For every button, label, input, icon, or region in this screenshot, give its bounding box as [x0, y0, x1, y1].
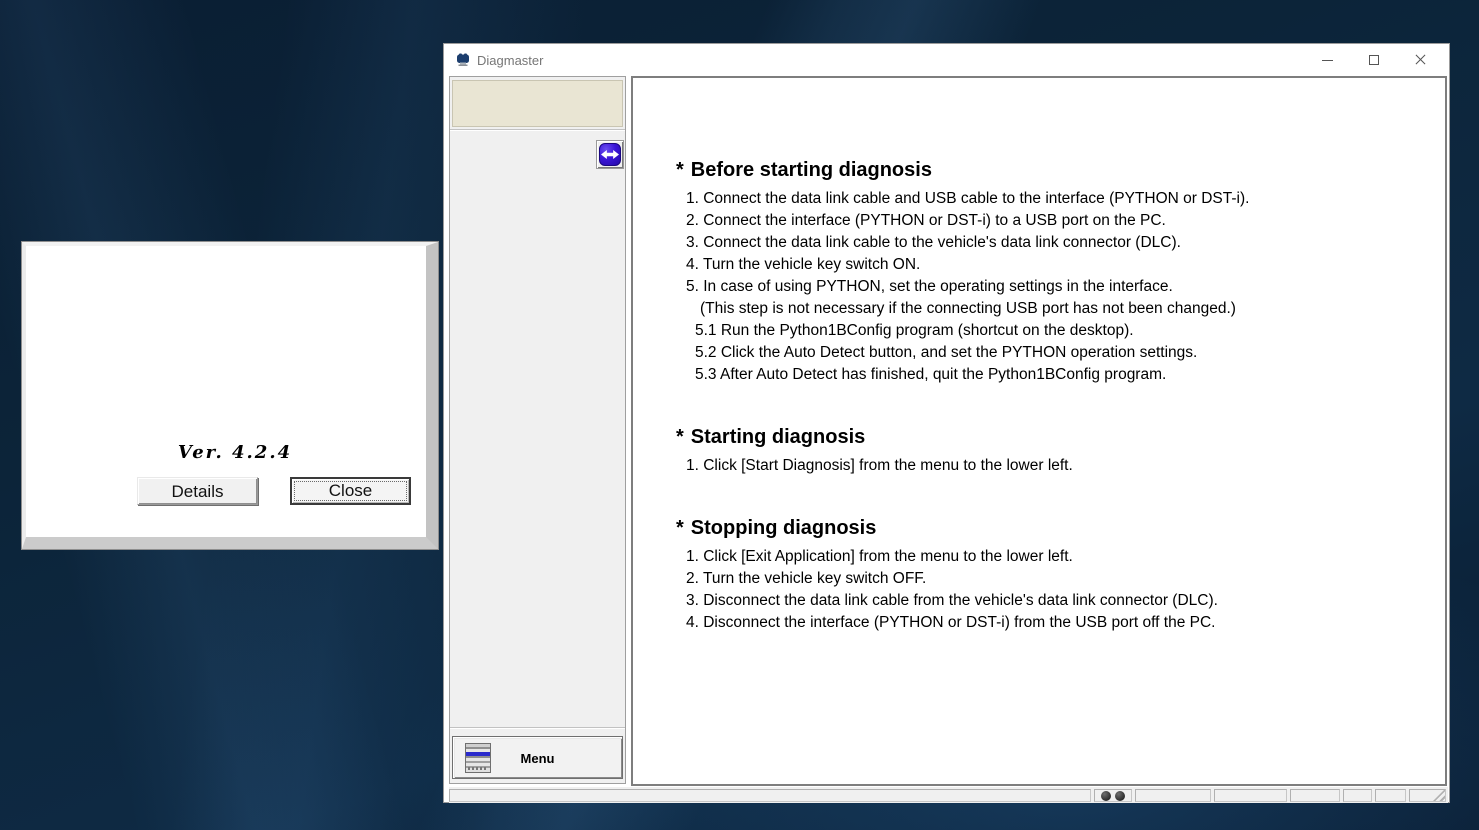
left-right-arrow-icon — [599, 143, 621, 166]
close-button-label: Close — [294, 481, 407, 501]
minimize-button[interactable] — [1305, 44, 1351, 76]
window-title: Diagmaster — [477, 53, 543, 68]
desktop-background: Ver. 4.2.4 Details Close Diagmaster — [0, 0, 1479, 830]
instruction-line: 1. Click [Start Diagnosis] from the menu… — [676, 455, 1425, 477]
status-segment — [1409, 789, 1446, 802]
section-heading: * Starting diagnosis — [676, 426, 1425, 449]
status-segment — [1135, 789, 1211, 802]
heading-text: Stopping diagnosis — [691, 517, 877, 539]
maximize-button[interactable] — [1351, 44, 1397, 76]
titlebar: Diagmaster — [444, 44, 1449, 76]
window-controls — [1305, 44, 1443, 76]
version-label: Ver. 4.2.4 — [35, 442, 435, 463]
status-dot-icon — [1115, 791, 1125, 801]
status-dot-icon — [1101, 791, 1111, 801]
instruction-line: 2. Connect the interface (PYTHON or DST-… — [676, 210, 1425, 232]
instruction-line: 4. Disconnect the interface (PYTHON or D… — [676, 612, 1425, 634]
details-button[interactable]: Details — [137, 477, 258, 505]
collapse-sidebar-button[interactable] — [596, 140, 624, 169]
heading-text: Starting diagnosis — [691, 426, 865, 448]
minimize-icon — [1322, 60, 1333, 61]
sidebar-separator — [450, 129, 625, 131]
instruction-line: 5.3 After Auto Detect has finished, quit… — [676, 364, 1425, 386]
menu-button[interactable]: Menu — [452, 736, 623, 779]
app-icon — [455, 52, 471, 68]
menu-separator — [450, 727, 625, 729]
instruction-line: 2. Turn the vehicle key switch OFF. — [676, 568, 1425, 590]
heading-star: * — [676, 159, 684, 181]
close-button[interactable]: Close — [290, 477, 411, 505]
instruction-line: 5.1 Run the Python1BConfig program (shor… — [676, 320, 1425, 342]
heading-star: * — [676, 517, 684, 539]
heading-star: * — [676, 426, 684, 448]
status-segment — [1375, 789, 1406, 802]
vehicle-info-panel — [452, 80, 623, 127]
status-segment — [449, 789, 1091, 802]
status-segment — [1343, 789, 1372, 802]
sidebar: Menu — [449, 76, 626, 784]
instruction-line: 5.2 Click the Auto Detect button, and se… — [676, 342, 1425, 364]
instruction-line: (This step is not necessary if the conne… — [676, 298, 1425, 320]
status-segment-indicators — [1094, 789, 1132, 802]
instructions-text: * Before starting diagnosis 1. Connect the… — [633, 78, 1445, 784]
instructions-panel: * Before starting diagnosis 1. Connect the… — [631, 76, 1447, 786]
splash-dialog: Ver. 4.2.4 Details Close — [22, 242, 438, 549]
instruction-line: 1. Connect the data link cable and USB c… — [676, 188, 1425, 210]
maximize-icon — [1369, 55, 1379, 65]
instruction-line: 5. In case of using PYTHON, set the oper… — [676, 276, 1425, 298]
window-close-button[interactable] — [1397, 44, 1443, 76]
instruction-line: 1. Click [Exit Application] from the men… — [676, 546, 1425, 568]
heading-text: Before starting diagnosis — [691, 159, 932, 181]
instruction-line: 3. Disconnect the data link cable from t… — [676, 590, 1425, 612]
status-segment — [1214, 789, 1287, 802]
status-segment — [1290, 789, 1340, 802]
section-heading: * Before starting diagnosis — [676, 159, 1425, 182]
resize-grip[interactable] — [1433, 789, 1445, 801]
status-bar — [449, 787, 1448, 803]
section-heading: * Stopping diagnosis — [676, 517, 1425, 540]
instruction-line: 4. Turn the vehicle key switch ON. — [676, 254, 1425, 276]
instruction-line: 3. Connect the data link cable to the ve… — [676, 232, 1425, 254]
diagmaster-window: Diagmaster Menu *Before starting dia — [443, 43, 1450, 803]
menu-button-label: Menu — [453, 751, 622, 766]
